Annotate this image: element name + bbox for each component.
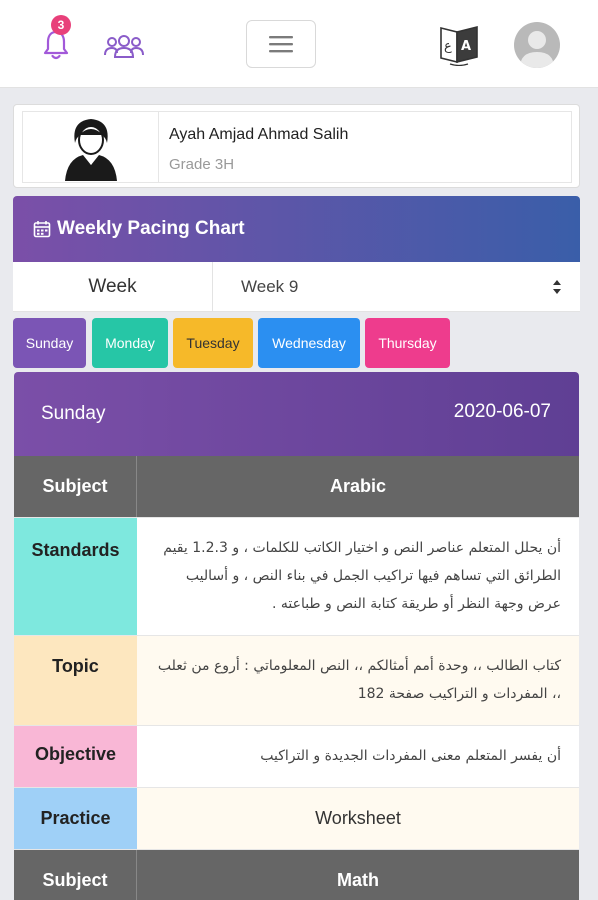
week-select[interactable]: Week 9	[215, 262, 580, 312]
student-profile-inner: Ayah Amjad Ahmad Salih Grade 3H	[22, 111, 572, 183]
select-caret-icon	[553, 280, 561, 294]
group-icon[interactable]	[104, 33, 144, 59]
tab-sunday[interactable]: Sunday	[13, 318, 86, 368]
calendar-icon	[33, 221, 51, 238]
language-icon[interactable]: ع A	[438, 22, 480, 66]
row-value-practice: Worksheet	[137, 788, 579, 849]
tab-thursday[interactable]: Thursday	[365, 318, 450, 368]
row-label-subject-2: Subject	[14, 850, 137, 900]
row-label-standards: Standards	[14, 518, 137, 635]
student-grade: Grade 3H	[169, 156, 235, 173]
row-label-practice: Practice	[14, 788, 137, 849]
row-value-subject: Arabic	[137, 456, 579, 517]
row-label-objective: Objective	[14, 726, 137, 787]
user-avatar[interactable]	[514, 22, 560, 68]
day-card: Sunday 2020-06-07 Subject Arabic Standar…	[14, 372, 579, 900]
pacing-chart-title: Weekly Pacing Chart	[57, 218, 245, 239]
row-value-topic: كتاب الطالب ،، وحدة أمم أمثالكم ،، النص …	[137, 636, 579, 725]
pacing-chart-header: Weekly Pacing Chart	[13, 196, 580, 262]
day-date: 2020-06-07	[453, 401, 551, 422]
svg-text:ع: ع	[444, 39, 452, 54]
notification-badge: 3	[51, 15, 71, 35]
row-value-objective: أن يفسر المتعلم معنى المفردات الجديدة و …	[137, 726, 579, 787]
table-row: Practice Worksheet	[14, 788, 579, 850]
row-label-topic: Topic	[14, 636, 137, 725]
top-navbar: 3 ع A	[0, 0, 598, 88]
day-card-header: Sunday 2020-06-07	[14, 372, 579, 456]
tab-wednesday[interactable]: Wednesday	[258, 318, 360, 368]
row-value-standards: أن يحلل المتعلم عناصر النص و اختيار الكا…	[137, 518, 579, 635]
student-profile-card: Ayah Amjad Ahmad Salih Grade 3H	[13, 104, 580, 188]
tab-monday[interactable]: Monday	[92, 318, 168, 368]
day-name: Sunday	[41, 403, 106, 424]
table-row: Topic كتاب الطالب ،، وحدة أمم أمثالكم ،،…	[14, 636, 579, 726]
menu-icon	[269, 36, 293, 53]
svg-text:A: A	[461, 39, 471, 54]
avatar-icon	[520, 31, 554, 68]
student-name: Ayah Amjad Ahmad Salih	[169, 126, 349, 143]
row-label-subject: Subject	[14, 456, 137, 517]
student-avatar-icon	[64, 119, 117, 181]
row-value-subject-2: Math	[137, 850, 579, 900]
week-selector-row: Week Week 9	[13, 262, 580, 312]
tab-tuesday[interactable]: Tuesday	[173, 318, 253, 368]
table-row: Subject Arabic	[14, 456, 579, 518]
table-row: Objective أن يفسر المتعلم معنى المفردات …	[14, 726, 579, 788]
week-select-value: Week 9	[241, 277, 299, 296]
week-label: Week	[13, 262, 213, 312]
table-row: Subject Math	[14, 850, 579, 900]
student-photo	[23, 112, 159, 182]
table-row: Standards أن يحلل المتعلم عناصر النص و ا…	[14, 518, 579, 636]
menu-toggle-button[interactable]	[246, 20, 316, 68]
